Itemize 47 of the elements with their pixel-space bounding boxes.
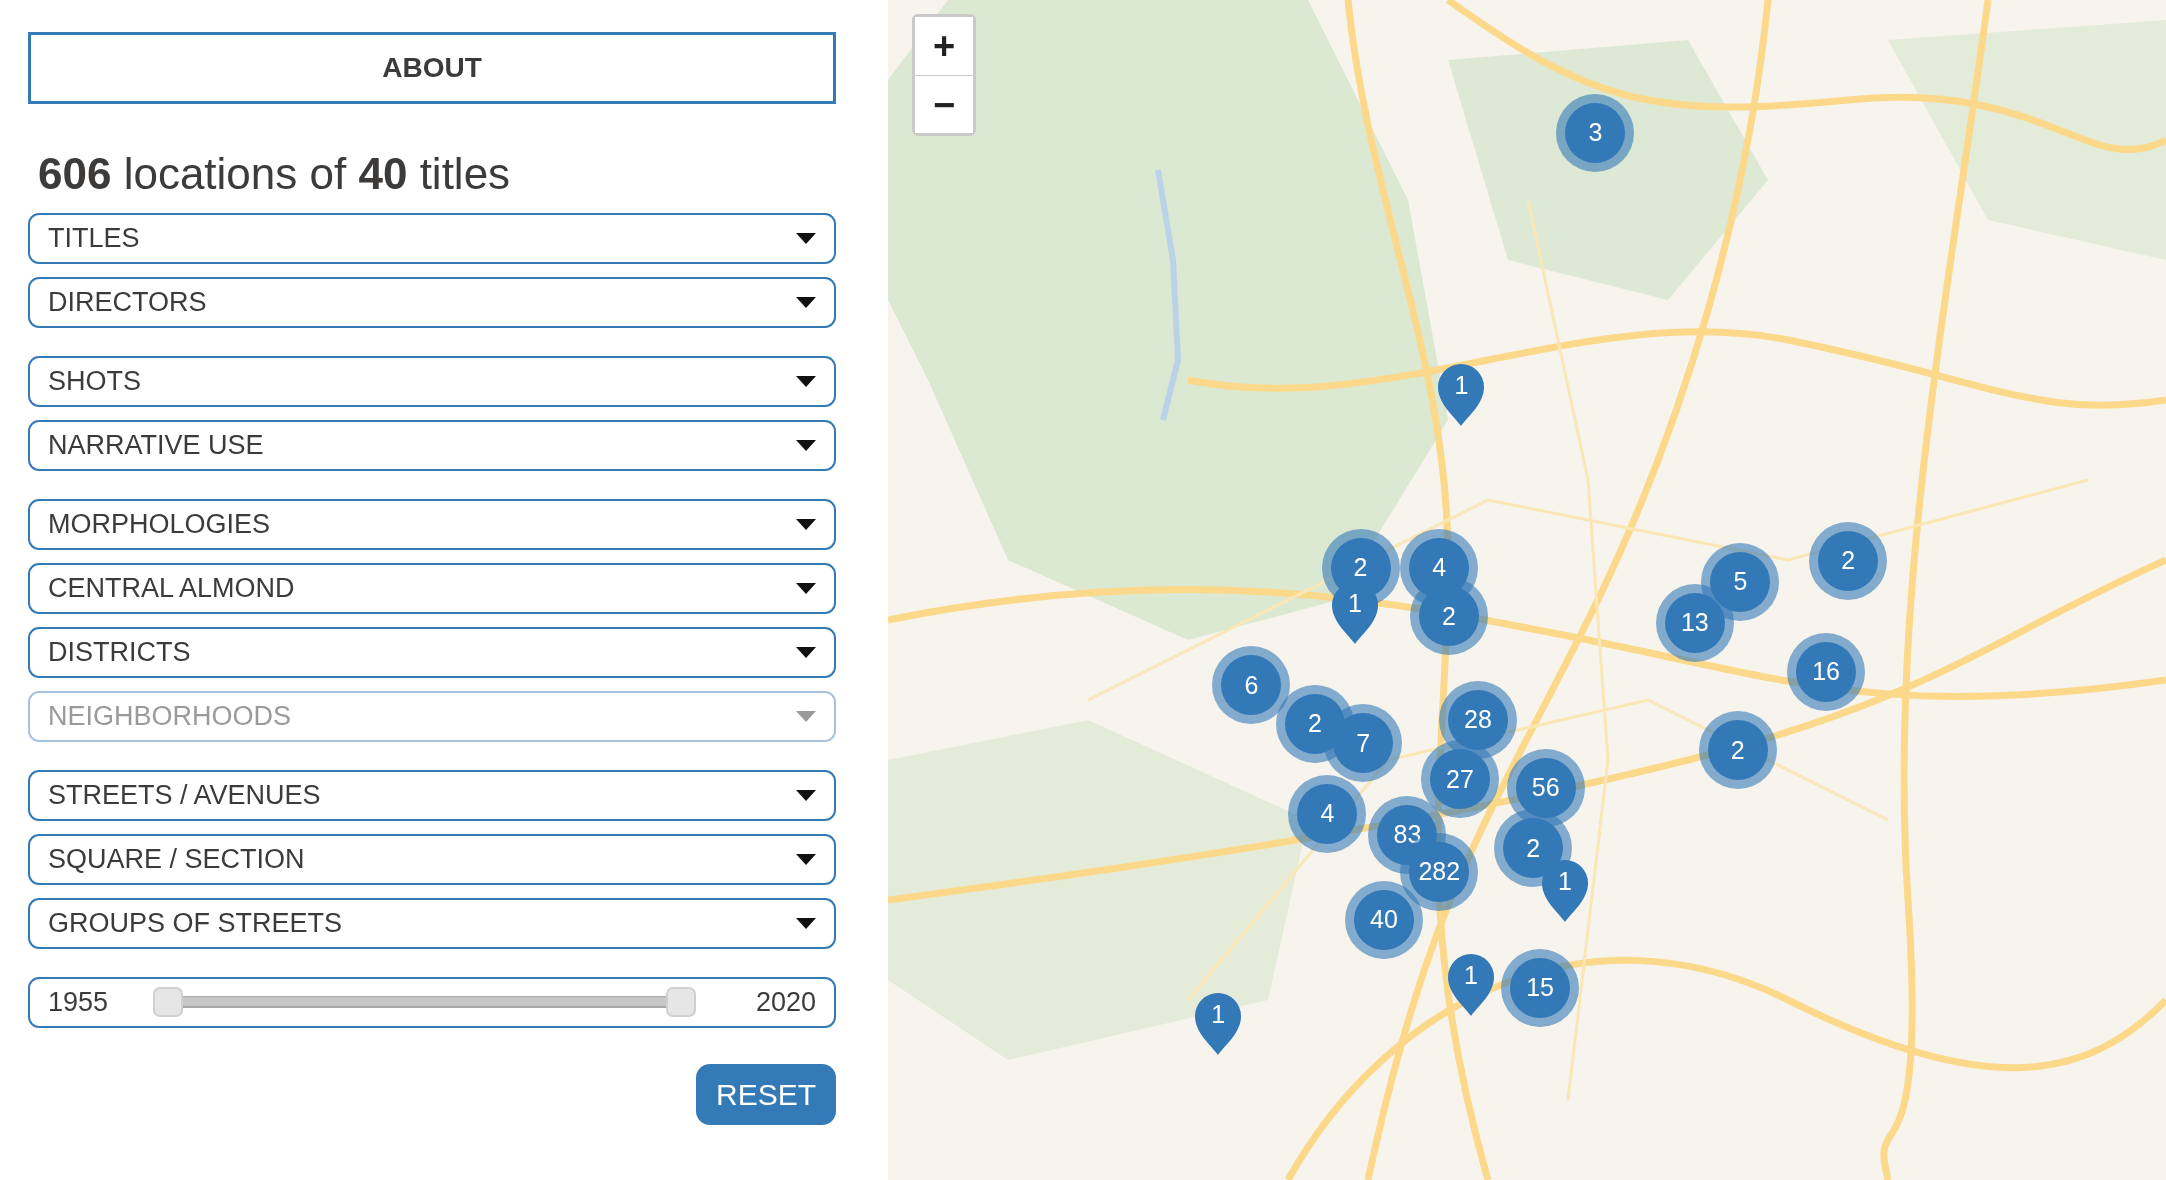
filter-dropdown[interactable]: DISTRICTS <box>28 626 836 678</box>
reset-button[interactable]: RESET <box>695 1063 836 1125</box>
filter-dropdown[interactable]: SHOTS <box>28 355 836 407</box>
caret-icon <box>796 853 816 865</box>
cluster-marker[interactable]: 40 <box>1345 881 1423 960</box>
caret-icon <box>796 646 816 658</box>
caret-icon <box>796 789 816 801</box>
caret-icon <box>796 917 816 929</box>
map-pin[interactable]: 1 <box>1436 361 1487 426</box>
slider-handle[interactable] <box>665 987 696 1018</box>
zoom-out-button[interactable]: − <box>915 75 973 133</box>
cluster-marker[interactable]: 2 <box>1698 711 1777 790</box>
filter-dropdown[interactable]: SQUARE / SECTION <box>28 833 836 885</box>
map-pin[interactable]: 1 <box>1193 990 1244 1055</box>
cluster-marker[interactable]: 13 <box>1655 584 1734 663</box>
caret-icon <box>796 375 816 387</box>
caret-icon <box>796 710 816 722</box>
max-year-label: 2020 <box>755 986 816 1020</box>
cluster-marker[interactable]: 7 <box>1324 704 1403 783</box>
map-drawing[interactable] <box>888 0 2166 1180</box>
slider-handle[interactable] <box>153 987 184 1018</box>
cluster-marker[interactable]: 2 <box>1809 521 1888 600</box>
caret-icon <box>796 439 816 451</box>
cluster-marker[interactable]: 4 <box>1288 774 1367 853</box>
min-year-label: 1955 <box>48 986 109 1020</box>
filter-dropdown[interactable]: GROUPS OF STREETS <box>28 897 836 949</box>
filter-dropdown[interactable]: DIRECTORS <box>28 276 836 328</box>
caret-icon <box>796 582 816 594</box>
cluster-marker[interactable]: 16 <box>1787 632 1866 711</box>
cluster-marker[interactable]: 27 <box>1421 740 1499 819</box>
filter-dropdown[interactable]: NARRATIVE USE <box>28 419 836 471</box>
year-range-slider[interactable]: 1955 2020 <box>28 976 836 1028</box>
about-button[interactable]: ABOUT <box>28 32 836 104</box>
filter-dropdown[interactable]: TITLES <box>28 212 836 264</box>
filter-dropdown[interactable]: MORPHOLOGIES <box>28 498 836 550</box>
cluster-marker[interactable]: 3 <box>1556 93 1635 172</box>
filter-dropdown[interactable]: CENTRAL ALMOND <box>28 562 836 614</box>
cluster-marker[interactable]: 28 <box>1438 680 1517 759</box>
cluster-marker[interactable]: 15 <box>1501 948 1580 1027</box>
caret-icon <box>796 232 816 244</box>
map-pin[interactable]: 1 <box>1446 951 1497 1016</box>
caret-icon <box>796 296 816 308</box>
filter-dropdown[interactable]: STREETS / AVENUES <box>28 769 836 821</box>
cluster-marker[interactable]: 6 <box>1212 646 1291 725</box>
locations-summary: 606 locations of 40 titles <box>38 148 512 200</box>
map-pin[interactable]: 1 <box>1540 857 1590 922</box>
caret-icon <box>796 518 816 530</box>
